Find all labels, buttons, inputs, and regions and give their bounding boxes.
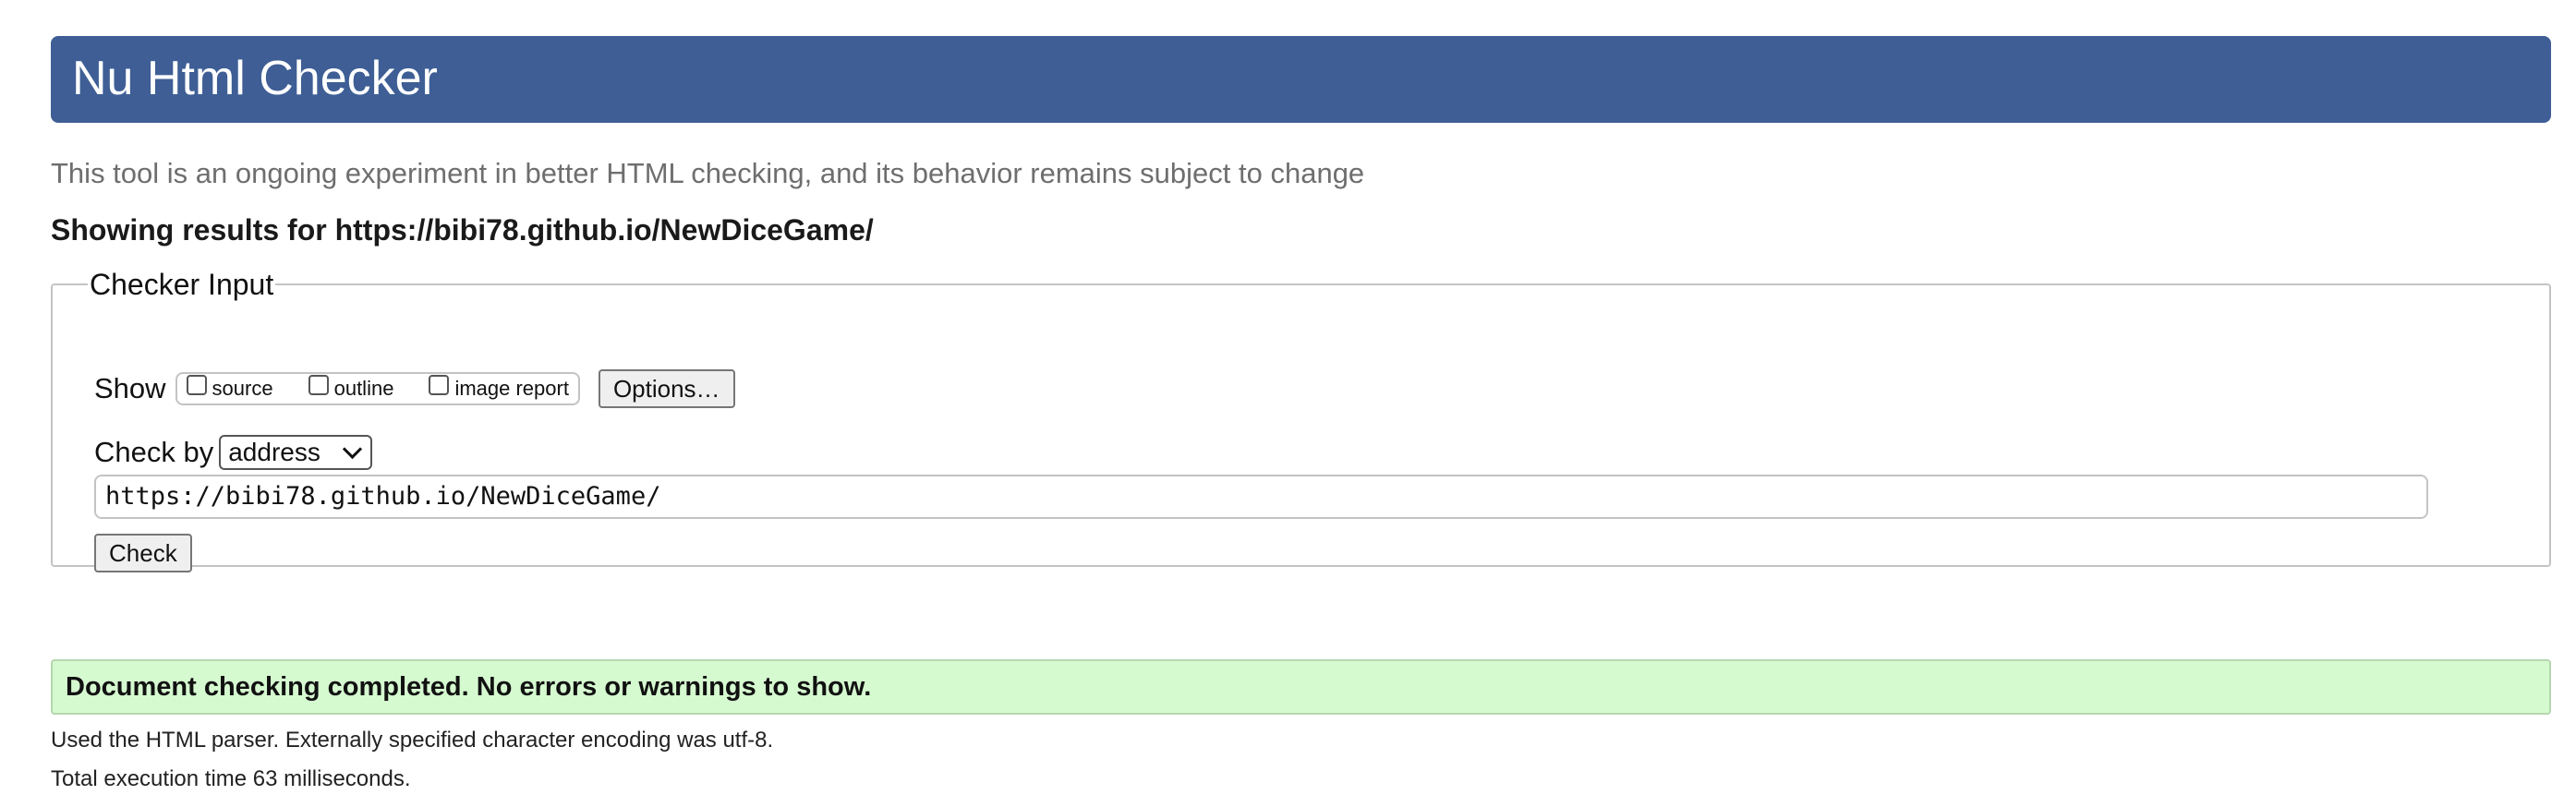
parser-info: Used the HTML parser. Externally specifi… <box>51 728 774 753</box>
show-row: Show source outline image report Options… <box>94 366 735 412</box>
chevron-down-icon <box>343 439 363 459</box>
show-source-option[interactable]: source <box>186 375 273 401</box>
source-checkbox[interactable] <box>186 375 207 395</box>
show-label: Show <box>94 372 166 404</box>
tagline: This tool is an ongoing experiment in be… <box>51 157 1365 189</box>
source-label: source <box>212 377 273 400</box>
execution-time: Total execution time 63 milliseconds. <box>51 766 411 791</box>
header-banner: Nu Html Checker <box>51 36 2551 123</box>
checker-input-fieldset: Checker Input Show source outline image … <box>51 266 2551 572</box>
image-report-label: image report <box>454 377 569 400</box>
options-button[interactable]: Options… <box>598 369 735 408</box>
results-heading: Showing results for https://bibi78.githu… <box>51 213 874 247</box>
page-title: Nu Html Checker <box>72 52 438 105</box>
checker-input-legend: Checker Input <box>90 268 274 301</box>
outline-label: outline <box>333 377 394 400</box>
check-by-label: Check by <box>94 436 214 468</box>
check-by-row: Check by address <box>94 432 373 473</box>
show-outline-option[interactable]: outline <box>308 375 394 401</box>
show-image-report-option[interactable]: image report <box>429 375 569 401</box>
check-by-selected-value: address <box>228 438 320 466</box>
success-message: Document checking completed. No errors o… <box>51 659 2551 715</box>
image-report-checkbox[interactable] <box>429 375 450 395</box>
url-input[interactable]: https://bibi78.github.io/NewDiceGame/ <box>94 475 2428 519</box>
show-options-group: source outline image report <box>175 372 580 405</box>
check-button[interactable]: Check <box>94 534 192 572</box>
outline-checkbox[interactable] <box>308 375 329 395</box>
check-by-select[interactable]: address <box>219 435 373 470</box>
page: Nu Html Checker This tool is an ongoing … <box>0 0 2576 807</box>
